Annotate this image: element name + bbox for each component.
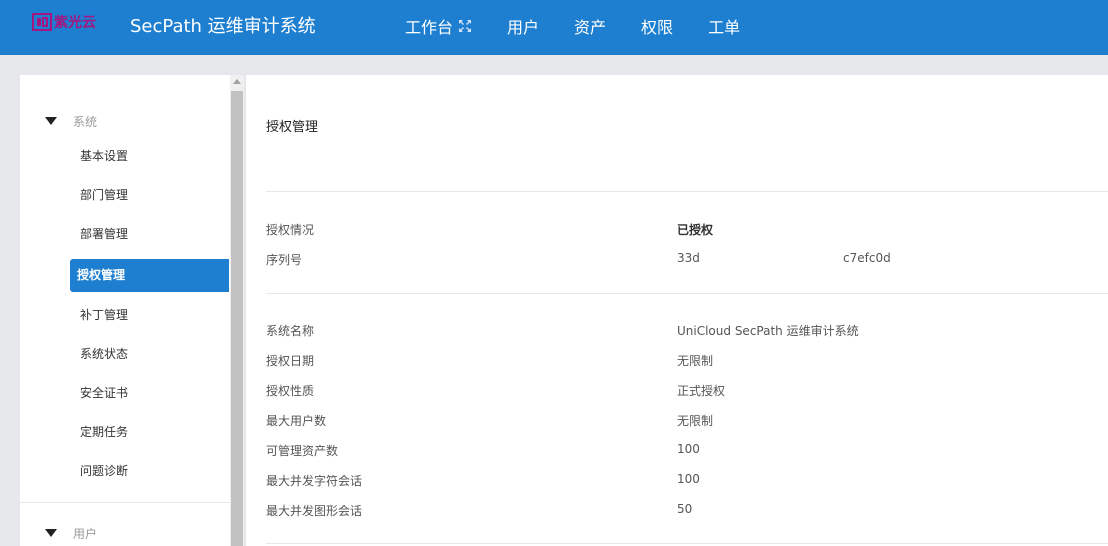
sidebar-item-patches[interactable]: 补丁管理	[70, 299, 229, 332]
main-nav: 工作台 用户 资产 权限 工单	[405, 14, 775, 38]
sidebar-item-deployment[interactable]: 部署管理	[70, 218, 229, 251]
divider	[266, 293, 1108, 294]
field-label: 最大并发字符会话	[266, 474, 363, 488]
sidebar-item-departments[interactable]: 部门管理	[70, 179, 229, 212]
sidebar-item-certificates[interactable]: 安全证书	[70, 377, 229, 410]
nav-workbench[interactable]: 工作台	[405, 14, 472, 38]
logo-icon	[32, 13, 52, 31]
field-label: 序列号	[266, 253, 303, 267]
nav-permissions[interactable]: 权限	[641, 14, 673, 38]
sidebar: 系统 基本设置 部门管理 部署管理 授权管理 补丁管理 系统状态 安全证书 定期…	[20, 75, 230, 546]
sidebar-divider	[20, 502, 230, 503]
main-panel: 授权管理 授权情况 已授权 序列号 33d c7efc0d 系统名称 UniCl…	[246, 75, 1108, 546]
sidebar-item-diagnostics[interactable]: 问题诊断	[70, 455, 229, 488]
sidebar-item-scheduled-tasks[interactable]: 定期任务	[70, 416, 229, 449]
sidebar-group-users[interactable]: 用户	[45, 525, 97, 541]
top-bar: 紫光云 SecPath 运维审计系统 工作台 用户 资产 权限 工单	[0, 0, 1108, 55]
nav-assets[interactable]: 资产	[574, 14, 606, 38]
field-value: 50	[677, 502, 693, 516]
nav-tickets[interactable]: 工单	[708, 14, 740, 38]
field-value-secondary: c7efc0d	[843, 251, 891, 265]
field-label: 可管理资产数	[266, 444, 339, 458]
caret-down-icon	[45, 529, 57, 537]
sidebar-group-label: 用户	[73, 526, 98, 541]
divider	[266, 191, 1108, 192]
logo[interactable]: 紫光云	[32, 11, 96, 33]
sidebar-scrollbar[interactable]	[230, 75, 244, 546]
nav-permissions-label: 权限	[641, 18, 674, 37]
field-value: 33d	[677, 251, 700, 265]
divider	[266, 543, 1108, 544]
field-value: 无限制	[677, 354, 714, 368]
sidebar-item-system-status[interactable]: 系统状态	[70, 338, 229, 371]
field-label: 授权性质	[266, 384, 315, 398]
field-label: 授权情况	[266, 223, 315, 237]
field-label: 最大用户数	[266, 414, 327, 428]
field-label: 授权日期	[266, 354, 315, 368]
nav-workbench-label: 工作台	[405, 18, 454, 37]
logo-text: 紫光云	[54, 15, 96, 31]
sidebar-group-system[interactable]: 系统	[45, 113, 97, 129]
sidebar-group-label: 系统	[73, 114, 98, 129]
field-label: 系统名称	[266, 324, 315, 338]
nav-tickets-label: 工单	[708, 18, 741, 37]
nav-assets-label: 资产	[574, 18, 607, 37]
nav-users[interactable]: 用户	[507, 14, 539, 38]
field-value: 100	[677, 472, 700, 486]
field-value: UniCloud SecPath 运维审计系统	[677, 324, 859, 338]
field-value: 正式授权	[677, 384, 726, 398]
nav-users-label: 用户	[507, 18, 540, 37]
page-title: 授权管理	[266, 120, 319, 135]
expand-icon	[459, 20, 472, 32]
field-value: 已授权	[677, 223, 714, 237]
field-value: 无限制	[677, 414, 714, 428]
scroll-up-arrow-icon[interactable]	[233, 79, 241, 84]
caret-down-icon	[45, 117, 57, 125]
sidebar-item-license[interactable]: 授权管理	[70, 259, 229, 292]
field-label: 最大并发图形会话	[266, 504, 363, 518]
app-title: SecPath 运维审计系统	[130, 16, 316, 37]
scroll-thumb[interactable]	[231, 91, 243, 546]
sidebar-item-basic-settings[interactable]: 基本设置	[70, 140, 229, 173]
field-value: 100	[677, 442, 700, 456]
